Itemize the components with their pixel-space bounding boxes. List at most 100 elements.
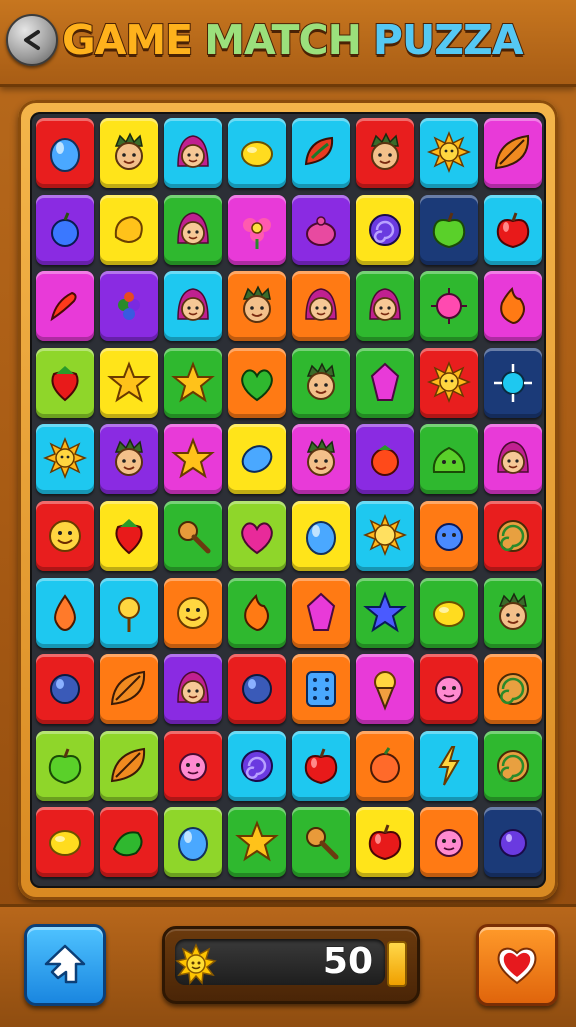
tile-bolt[interactable] — [420, 730, 478, 801]
tile-ice-cream[interactable] — [356, 654, 414, 725]
tile-blue-fruit[interactable] — [292, 501, 350, 571]
tile-apple[interactable] — [292, 730, 350, 801]
tile-strawberry[interactable] — [36, 347, 94, 418]
tile-chili[interactable] — [36, 271, 94, 342]
tile-lemon[interactable] — [36, 807, 94, 878]
tile-pink-face[interactable] — [420, 654, 478, 725]
green-fish-icon — [112, 831, 143, 857]
tile-apple[interactable] — [484, 194, 542, 265]
smiley-icon — [177, 596, 209, 629]
star-icon — [171, 361, 215, 403]
tile-boy-face[interactable] — [484, 577, 542, 648]
tile-spiral[interactable] — [484, 730, 542, 801]
green-apple-icon — [48, 748, 82, 784]
tile-spiky-ball[interactable] — [420, 271, 478, 342]
tile-pink-face[interactable] — [164, 730, 222, 801]
tile-spike-ball[interactable] — [484, 347, 542, 418]
tile-flame[interactable] — [228, 577, 286, 648]
apple-icon — [304, 748, 338, 784]
tile-key-face[interactable] — [100, 577, 158, 648]
tile-smiley[interactable] — [164, 577, 222, 648]
tile-blue-alien[interactable] — [420, 501, 478, 571]
swirl-icon — [241, 749, 273, 782]
tile-crystal[interactable] — [292, 577, 350, 648]
back-button[interactable] — [6, 14, 58, 66]
tile-crystal[interactable] — [356, 347, 414, 418]
tile-tomato[interactable] — [356, 424, 414, 495]
tile-star[interactable] — [164, 347, 222, 418]
apple-icon — [368, 824, 402, 861]
tile-girl-face[interactable] — [356, 271, 414, 342]
tile-boy-face[interactable] — [292, 347, 350, 418]
tile-boy-face[interactable] — [356, 118, 414, 188]
tile-blue-fruit[interactable] — [164, 807, 222, 878]
tile-spiral[interactable] — [484, 654, 542, 725]
tile-blue-orb[interactable] — [36, 654, 94, 725]
header-bar: GAME MATCH PUZZA — [0, 0, 576, 87]
tile-boy-face[interactable] — [228, 271, 286, 342]
tile-blue-leaf[interactable] — [228, 424, 286, 495]
tile-flame[interactable] — [484, 271, 542, 342]
score-panel: 50 — [162, 926, 420, 1004]
tile-star[interactable] — [228, 807, 286, 878]
tile-sun[interactable] — [420, 347, 478, 418]
tile-berry[interactable] — [292, 194, 350, 265]
tile-drop[interactable] — [36, 577, 94, 648]
tile-blue-star[interactable] — [356, 577, 414, 648]
tile-slime[interactable] — [420, 424, 478, 495]
tile-plum[interactable] — [36, 194, 94, 265]
tile-green-apple[interactable] — [36, 730, 94, 801]
tile-flower[interactable] — [228, 194, 286, 265]
tile-star[interactable] — [164, 424, 222, 495]
lives-button[interactable] — [476, 924, 558, 1006]
tile-leaf[interactable] — [100, 654, 158, 725]
tile-heart-leaf[interactable] — [228, 347, 286, 418]
tile-spiral[interactable] — [484, 501, 542, 571]
tile-apple[interactable] — [356, 807, 414, 878]
tile-star[interactable] — [100, 347, 158, 418]
tile-boy-face[interactable] — [100, 118, 158, 188]
tile-sun-face[interactable] — [356, 501, 414, 571]
spiral-icon — [497, 673, 529, 706]
tile-blue-orb[interactable] — [228, 654, 286, 725]
tile-grapes[interactable] — [100, 271, 158, 342]
tile-mace[interactable] — [164, 501, 222, 571]
tile-green-fish[interactable] — [100, 807, 158, 878]
tile-leaf-swirl[interactable] — [292, 118, 350, 188]
tile-purple-orb[interactable] — [484, 807, 542, 878]
tile-peach[interactable] — [356, 730, 414, 801]
tile-dice[interactable] — [292, 654, 350, 725]
tile-mango[interactable] — [100, 194, 158, 265]
tile-blue-fruit[interactable] — [36, 118, 94, 188]
tile-green-apple[interactable] — [420, 194, 478, 265]
tile-strawberry[interactable] — [100, 501, 158, 571]
home-button[interactable] — [24, 924, 106, 1006]
boy-face-icon — [370, 132, 399, 170]
spiral-icon — [497, 520, 529, 552]
tile-lemon[interactable] — [420, 577, 478, 648]
tile-pink-face[interactable] — [420, 807, 478, 878]
tile-girl-face[interactable] — [164, 194, 222, 265]
tile-mace[interactable] — [292, 807, 350, 878]
tile-girl-face[interactable] — [292, 271, 350, 342]
tile-swirl[interactable] — [356, 194, 414, 265]
flame-icon — [500, 287, 525, 325]
purple-orb-icon — [499, 829, 527, 858]
tile-smiley[interactable] — [36, 501, 94, 571]
tile-girl-face[interactable] — [164, 654, 222, 725]
tile-leaf[interactable] — [100, 730, 158, 801]
tile-boy-face[interactable] — [100, 424, 158, 495]
tile-boy-face[interactable] — [292, 424, 350, 495]
tile-sun[interactable] — [36, 424, 94, 495]
tile-heart[interactable] — [228, 501, 286, 571]
dice-icon — [306, 671, 336, 708]
green-apple-icon — [432, 212, 466, 248]
tile-swirl[interactable] — [228, 730, 286, 801]
tile-leaf[interactable] — [484, 118, 542, 188]
tile-sun[interactable] — [420, 118, 478, 188]
tile-girl-face[interactable] — [164, 118, 222, 188]
tile-girl-face[interactable] — [164, 271, 222, 342]
spiky-ball-icon — [431, 288, 467, 325]
tile-girl-face[interactable] — [484, 424, 542, 495]
tile-lemon[interactable] — [228, 118, 286, 188]
